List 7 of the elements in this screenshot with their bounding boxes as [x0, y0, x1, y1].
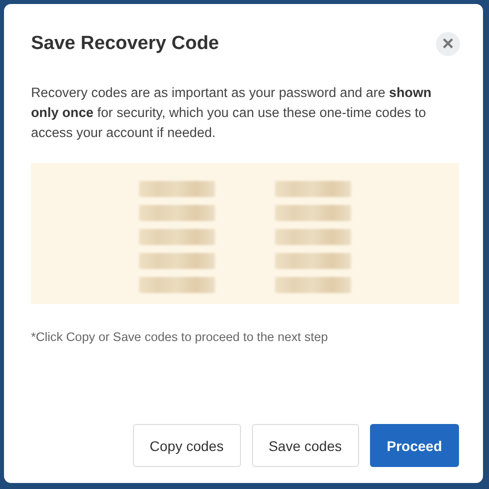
dialog-title: Save Recovery Code: [31, 33, 219, 55]
hint-text: *Click Copy or Save codes to proceed to the next step: [31, 330, 329, 344]
description-text: Recovery codes are as important as your password and are shown only once for security, which you can use these one-time codes to access your account if needed.: [31, 84, 432, 142]
close-button[interactable]: ×: [436, 32, 460, 56]
secondary-button[interactable]: Copy codes: [132, 424, 241, 467]
secondary-button[interactable]: Save codes: [252, 424, 359, 467]
proceed-button[interactable]: Proceed: [370, 424, 459, 467]
